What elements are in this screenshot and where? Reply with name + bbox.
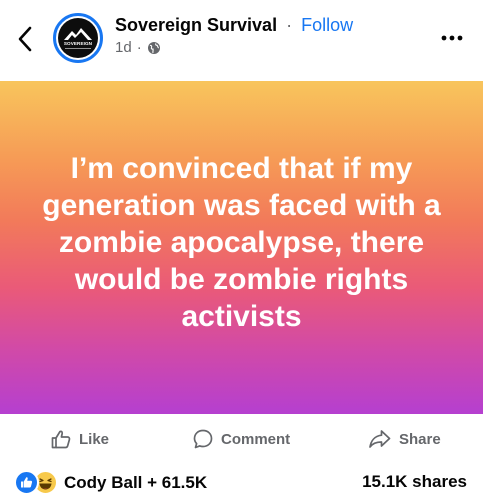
mountain-logo-icon [64,28,92,49]
meta-separator: · [136,39,142,56]
like-label: Like [79,430,110,448]
share-label: Share [399,430,441,448]
post-meta: 1d · [115,39,161,57]
chevron-left-icon [18,26,32,52]
follow-button[interactable]: Follow [301,15,353,35]
share-arrow-icon [368,428,392,450]
shares-count[interactable]: 15.1K shares [362,472,467,492]
more-horizontal-icon [441,35,463,41]
more-options-button[interactable] [437,28,467,48]
like-button[interactable]: Like [50,426,109,452]
share-button[interactable]: Share [368,426,441,452]
reactions-footer: Cody Ball + 61.5K 15.1K shares [0,466,483,496]
name-separator: · [286,15,293,35]
post-header: SOVEREIGN Sovereign Survival · Follow 1d… [0,0,483,80]
like-reaction-icon [14,470,39,495]
post-actions: Like Comment Share [0,414,483,464]
reactions-summary[interactable]: Cody Ball + 61.5K [14,470,207,495]
comment-label: Comment [221,430,291,448]
post-timestamp[interactable]: 1d [115,39,132,57]
comment-bubble-icon [192,428,214,450]
avatar-logo: SOVEREIGN [58,18,98,58]
reactors-text: Cody Ball + 61.5K [64,472,208,492]
back-button[interactable] [12,24,38,54]
page-name-row: Sovereign Survival · Follow [115,14,353,36]
avatar-wordmark: SOVEREIGN [63,41,93,46]
comment-button[interactable]: Comment [192,426,290,452]
post-text: I’m convinced that if my generation was … [42,151,441,333]
facebook-post-screen: SOVEREIGN Sovereign Survival · Follow 1d… [0,0,483,500]
page-avatar[interactable]: SOVEREIGN [53,13,103,63]
thumbs-up-icon [50,428,72,450]
globe-icon [147,42,160,54]
page-name[interactable]: Sovereign Survival [115,15,277,35]
post-text-background[interactable]: I’m convinced that if my generation was … [0,81,483,414]
